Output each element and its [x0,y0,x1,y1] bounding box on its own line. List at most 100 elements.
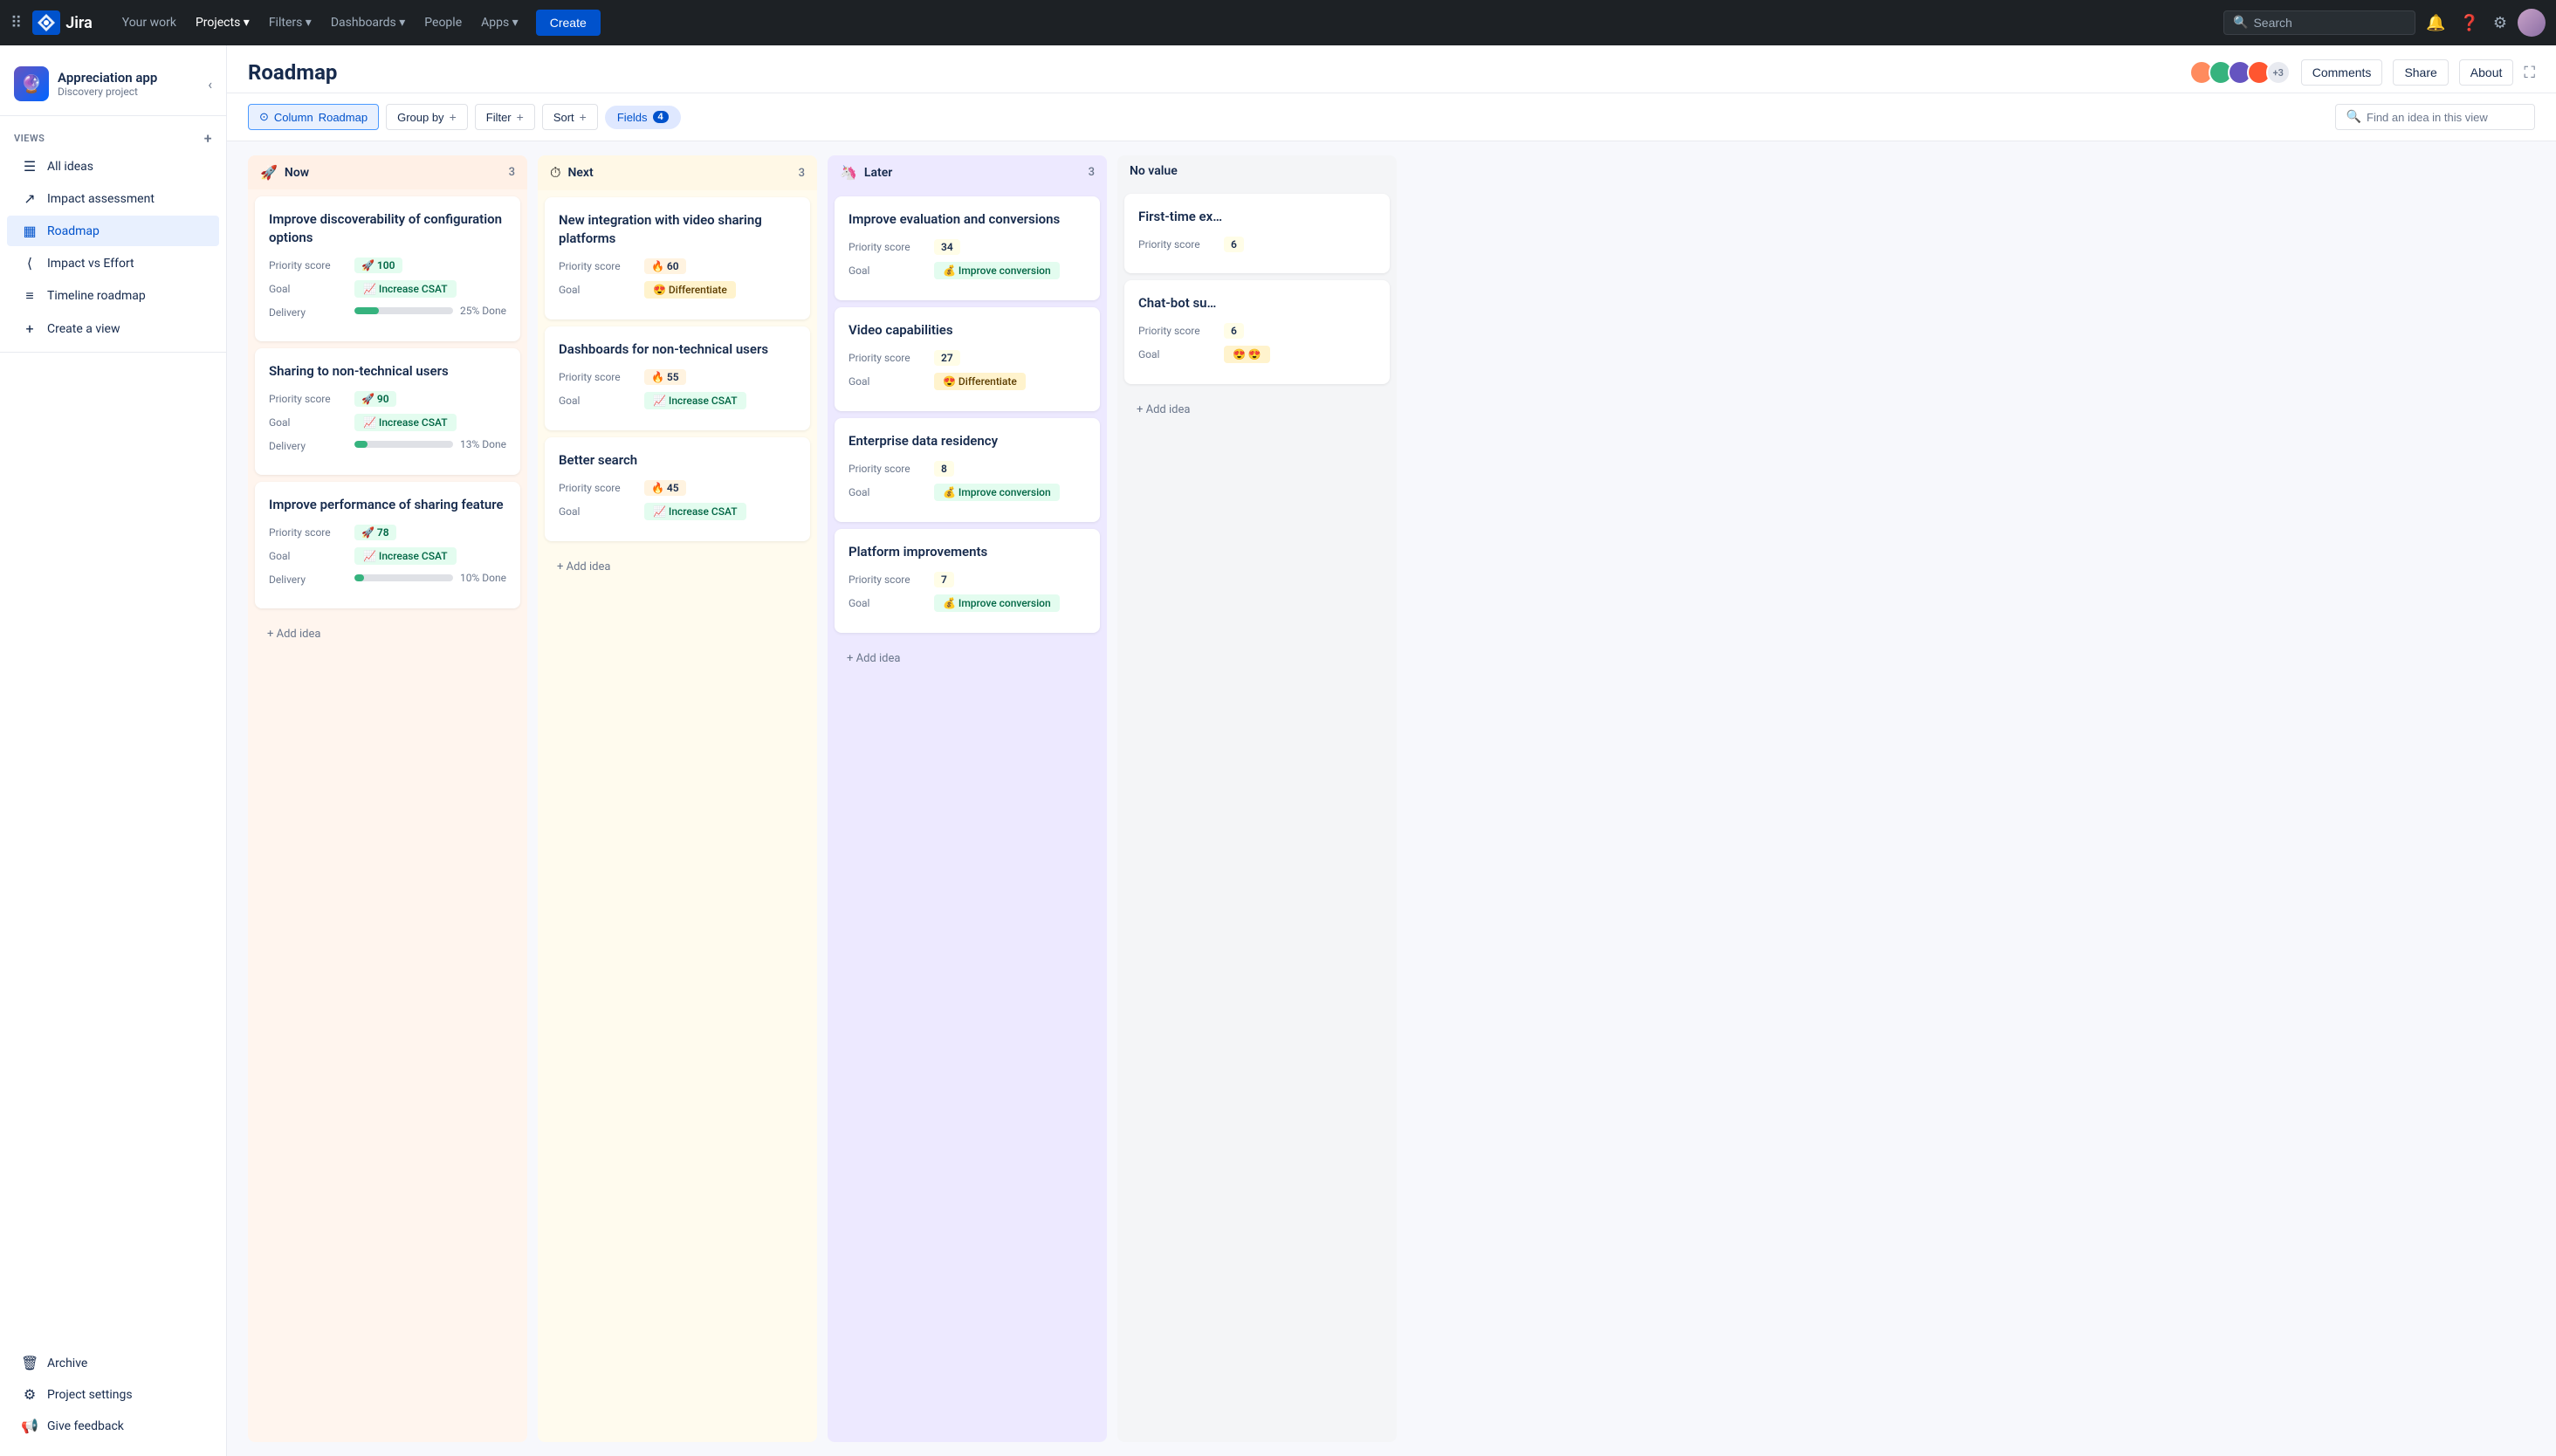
card-later-1[interactable]: Video capabilitiesPriority score27Goal😍 … [835,307,1100,411]
card-later-2[interactable]: Enterprise data residencyPriority score8… [835,418,1100,522]
toolbar-search[interactable]: 🔍 [2335,104,2535,130]
card-title-no-value-1: Chat-bot su… [1138,294,1376,312]
nav-filters[interactable]: Filters ▾ [260,10,320,35]
score-badge-later-1: 27 [934,350,960,366]
sidebar-item-feedback[interactable]: 📢 Give feedback [7,1411,219,1441]
nav-your-work[interactable]: Your work [113,10,185,35]
nav-people[interactable]: People [416,10,471,35]
card-title-now-0: Improve discoverability of configuration… [269,210,506,247]
score-badge-no-value-0: 6 [1224,237,1244,252]
fields-button[interactable]: Fields 4 [605,106,681,129]
add-idea-next[interactable]: + Add idea [545,552,810,582]
logo[interactable]: Jira [32,10,93,35]
goal-row-now-1: Goal📈 Increase CSAT [269,414,506,431]
column-emoji-later: 🦄 [840,164,857,181]
card-title-next-2: Better search [559,451,796,470]
score-row-later-1: Priority score 27 [849,350,1086,366]
top-nav: ⠿ Jira Your work Projects ▾ Filters ▾ Da… [0,0,2556,45]
sort-plus-icon: + [580,110,587,124]
score-row-no-value-1: Priority score 6 [1138,323,1376,339]
expand-button[interactable]: ⛶ [2524,64,2535,82]
card-now-2[interactable]: Improve performance of sharing featurePr… [255,482,520,608]
help-icon[interactable]: ❓ [2456,10,2482,36]
goal-row-later-1: Goal😍 Differentiate [849,373,1086,390]
group-by-button[interactable]: Group by + [386,104,468,130]
share-button[interactable]: Share [2393,59,2448,86]
column-button[interactable]: ⊙ Column Roadmap [248,104,379,130]
project-name: Appreciation app [58,70,199,86]
delivery-row-now-1: 13% Done [354,438,506,450]
comments-button[interactable]: Comments [2301,59,2383,86]
goal-label-next-1: Goal [559,395,637,407]
delivery-label-now-0: Delivery [269,306,347,319]
goal-row-now-0: Goal📈 Increase CSAT [269,280,506,298]
toolbar-search-input[interactable] [2367,111,2524,124]
delivery-bar-now-1 [354,441,368,448]
score-badge-no-value-1: 6 [1224,323,1244,339]
add-view-icon[interactable]: + [204,130,212,147]
add-idea-later[interactable]: + Add idea [835,643,1100,674]
sort-button[interactable]: Sort + [542,104,598,130]
score-badge-later-3: 7 [934,572,954,587]
sidebar-item-impact-assessment[interactable]: ↗ Impact assessment [7,183,219,214]
card-now-0[interactable]: Improve discoverability of configuration… [255,196,520,341]
nav-search[interactable]: 🔍 [2223,10,2415,35]
add-idea-now[interactable]: + Add idea [255,619,520,649]
goal-badge-now-0: 📈 Increase CSAT [354,280,457,298]
goal-row-now-2: Goal📈 Increase CSAT [269,547,506,565]
feedback-icon: 📢 [21,1418,38,1434]
card-next-2[interactable]: Better searchPriority score🔥 45Goal📈 Inc… [545,437,810,541]
score-label-later-3: Priority score [849,573,927,586]
goal-badge-later-2: 💰 Improve conversion [934,484,1060,501]
score-label-next-0: Priority score [559,260,637,272]
about-button[interactable]: About [2459,59,2514,86]
sidebar-item-archive[interactable]: 🗑 Archive [7,1348,219,1378]
column-count-now: 3 [509,166,515,179]
goal-badge-now-2: 📈 Increase CSAT [354,547,457,565]
score-badge-now-0: 🚀 100 [354,258,402,273]
score-label-no-value-1: Priority score [1138,325,1217,337]
settings-icon[interactable]: ⚙ [2490,10,2511,36]
goal-badge-next-0: 😍 Differentiate [644,281,736,299]
score-badge-now-2: 🚀 78 [354,525,396,540]
nav-dashboards[interactable]: Dashboards ▾ [322,10,414,35]
score-row-next-2: Priority score🔥 45 [559,480,796,496]
score-label-later-1: Priority score [849,352,927,364]
create-view-icon: + [21,320,38,337]
card-no-value-1[interactable]: Chat-bot su…Priority score6Goal😍 😍 [1124,280,1390,384]
card-no-value-0[interactable]: First-time ex…Priority score6 [1124,194,1390,273]
sidebar-item-impact-effort[interactable]: ⟨ Impact vs Effort [7,248,219,278]
card-next-0[interactable]: New integration with video sharing platf… [545,197,810,319]
nav-apps[interactable]: Apps ▾ [472,10,527,35]
add-idea-no-value[interactable]: + Add idea [1124,395,1390,425]
delivery-text-now-2: 10% Done [460,572,506,584]
card-later-3[interactable]: Platform improvementsPriority score7Goal… [835,529,1100,633]
group-by-plus-icon: + [450,110,457,124]
column-count-later: 3 [1089,166,1095,179]
create-button[interactable]: Create [536,10,601,36]
sidebar-item-all-ideas[interactable]: ☰ All ideas [7,151,219,182]
nav-projects[interactable]: Projects ▾ [187,10,258,35]
grid-icon[interactable]: ⠿ [10,14,22,32]
sidebar-item-create-view[interactable]: + Create a view [7,313,219,344]
goal-badge-now-1: 📈 Increase CSAT [354,414,457,431]
sidebar-item-timeline[interactable]: ≡ Timeline roadmap [7,280,219,312]
filter-button[interactable]: Filter + [475,104,535,130]
search-input[interactable] [2253,16,2406,30]
card-later-0[interactable]: Improve evaluation and conversionsPriori… [835,196,1100,300]
avatar[interactable] [2518,9,2546,37]
all-ideas-icon: ☰ [21,158,38,175]
goal-row-next-1: Goal📈 Increase CSAT [559,392,796,409]
column-next: ⏱Next3New integration with video sharing… [538,155,817,1442]
sidebar-item-settings[interactable]: ⚙ Project settings [7,1379,219,1410]
notifications-icon[interactable]: 🔔 [2422,10,2449,36]
card-now-1[interactable]: Sharing to non-technical usersPriority s… [255,348,520,475]
card-title-next-0: New integration with video sharing platf… [559,211,796,248]
collapse-icon[interactable]: ‹ [208,76,212,93]
roadmap-icon: ▦ [21,223,38,239]
card-title-now-1: Sharing to non-technical users [269,362,506,381]
card-next-1[interactable]: Dashboards for non-technical usersPriori… [545,326,810,430]
search-icon: 🔍 [2233,16,2248,30]
sidebar-item-roadmap[interactable]: ▦ Roadmap [7,216,219,246]
sidebar: 🔮 Appreciation app Discovery project ‹ V… [0,45,227,1456]
